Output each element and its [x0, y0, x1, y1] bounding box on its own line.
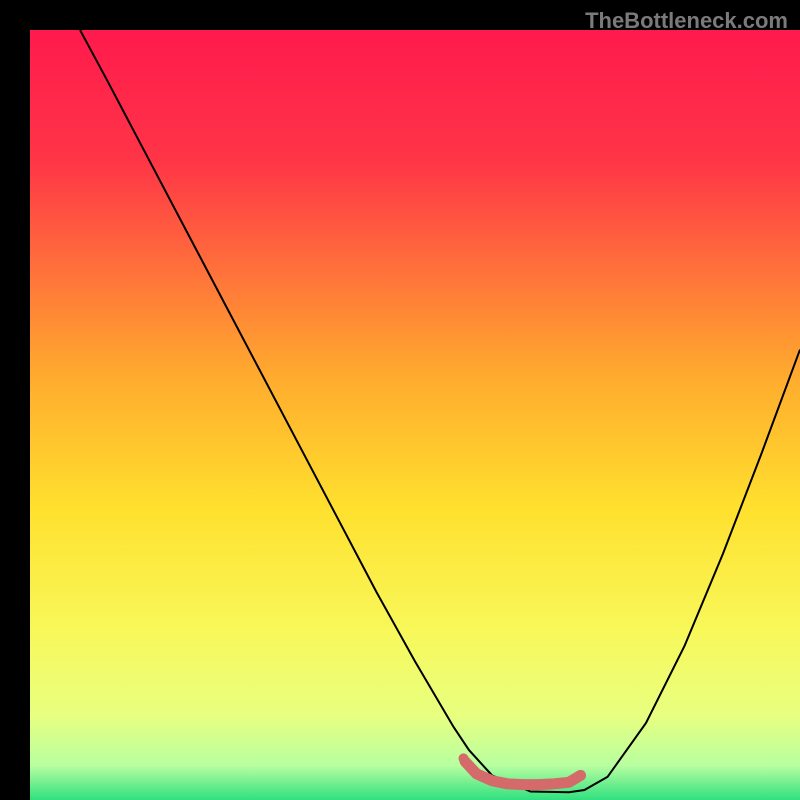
markers-group [459, 753, 469, 763]
gradient-background [30, 30, 800, 800]
start-dot [459, 753, 469, 763]
chart-area [30, 30, 800, 800]
chart-svg [30, 30, 800, 800]
watermark-text: TheBottleneck.com [585, 8, 788, 34]
